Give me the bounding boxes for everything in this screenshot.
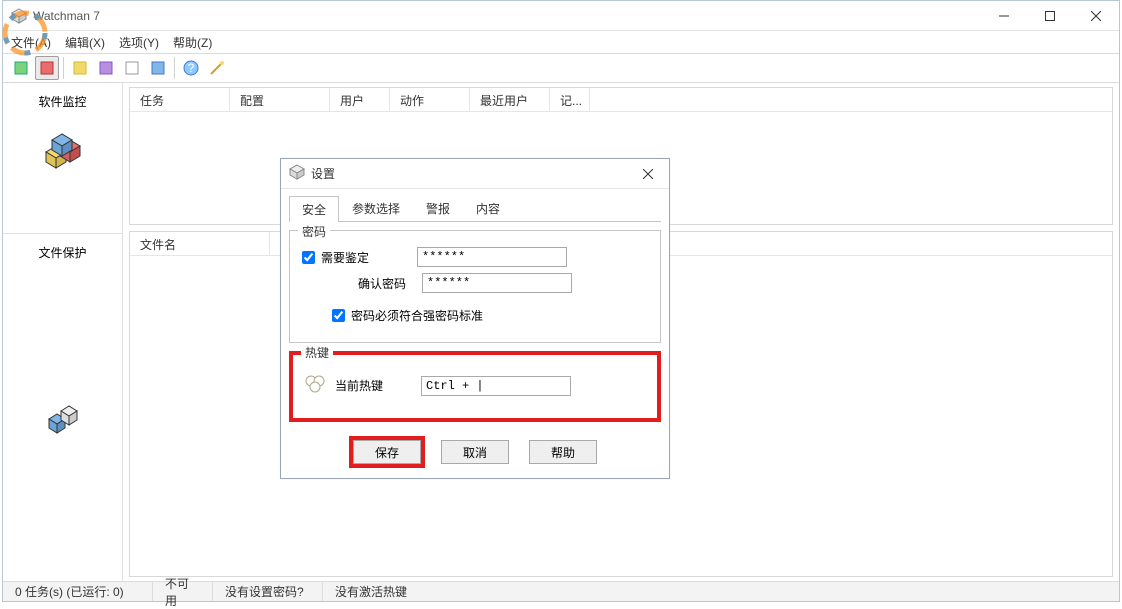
col-filename[interactable]: 文件名 (130, 232, 270, 255)
sidebar-item-protect[interactable]: 文件保护 (3, 234, 122, 581)
col-action[interactable]: 动作 (390, 88, 470, 111)
tool-cube-yellow[interactable] (68, 56, 92, 80)
toolbar: ? (3, 53, 1119, 83)
cancel-button[interactable]: 取消 (441, 440, 509, 464)
svg-text:?: ? (188, 61, 195, 75)
tab-content[interactable]: 内容 (463, 195, 513, 221)
tool-cube-red[interactable] (35, 56, 59, 80)
sidebar-label-monitor: 软件监控 (38, 93, 86, 110)
dialog-title: 设置 (311, 165, 627, 182)
status-unavailable: 不可用 (153, 582, 213, 601)
password-field[interactable] (417, 247, 567, 267)
cubes-icon (40, 132, 86, 172)
dialog-titlebar[interactable]: 设置 (281, 159, 669, 189)
col-config[interactable]: 配置 (230, 88, 330, 111)
window-title: Watchman 7 (33, 9, 981, 23)
group-password: 密码 需要鉴定 确认密码 密码必须符合强密码标准 (289, 230, 661, 343)
strong-password-label: 密码必须符合强密码标准 (351, 307, 483, 324)
menu-edit[interactable]: 编辑(X) (65, 34, 105, 51)
col-user[interactable]: 用户 (330, 88, 390, 111)
toolbar-separator (174, 57, 175, 79)
status-no-hotkey: 没有激活热键 (323, 582, 1119, 601)
menubar: 文件(A) 编辑(X) 选项(Y) 帮助(Z) (3, 31, 1119, 53)
confirm-password-field[interactable] (422, 273, 572, 293)
current-hotkey-label: 当前热键 (335, 377, 405, 394)
col-task[interactable]: 任务 (130, 88, 230, 111)
group-password-title: 密码 (298, 223, 330, 240)
cubes-small-icon (45, 403, 81, 437)
app-icon (11, 8, 27, 24)
require-auth-label: 需要鉴定 (321, 249, 401, 266)
current-hotkey-field[interactable] (421, 376, 571, 396)
sidebar-label-protect: 文件保护 (38, 244, 86, 261)
hotkey-icon (305, 375, 325, 396)
titlebar: Watchman 7 (3, 1, 1119, 31)
tool-cube-purple[interactable] (94, 56, 118, 80)
tool-wand-icon[interactable] (205, 56, 229, 80)
dialog-tabs: 安全 参数选择 警报 内容 (281, 189, 669, 221)
toolbar-separator (63, 57, 64, 79)
require-auth-checkbox[interactable] (302, 251, 315, 264)
tab-alert[interactable]: 警报 (413, 195, 463, 221)
status-tasks: 0 任务(s) (已运行: 0) (3, 582, 153, 601)
tab-security[interactable]: 安全 (289, 196, 339, 222)
tool-cube-blue[interactable] (146, 56, 170, 80)
maximize-button[interactable] (1027, 1, 1073, 30)
group-hotkey-title: 热键 (301, 344, 333, 361)
help-button[interactable]: 帮助 (529, 440, 597, 464)
strong-password-checkbox[interactable] (332, 309, 345, 322)
group-hotkey: 热键 当前热键 (289, 351, 661, 422)
tab-params[interactable]: 参数选择 (339, 195, 413, 221)
sidebar-item-monitor[interactable]: 软件监控 (3, 83, 122, 234)
sidebar: 软件监控 文件保护 (3, 83, 123, 581)
minimize-button[interactable] (981, 1, 1027, 30)
confirm-password-label: 确认密码 (302, 275, 406, 292)
tool-cube-green[interactable] (9, 56, 33, 80)
statusbar: 0 任务(s) (已运行: 0) 不可用 没有设置密码? 没有激活热键 (3, 581, 1119, 601)
col-record[interactable]: 记... (550, 88, 590, 111)
status-no-password: 没有设置密码? (213, 582, 323, 601)
menu-file[interactable]: 文件(A) (11, 34, 51, 51)
menu-options[interactable]: 选项(Y) (119, 34, 159, 51)
col-recent-user[interactable]: 最近用户 (470, 88, 550, 111)
tool-help-icon[interactable]: ? (179, 56, 203, 80)
save-button[interactable]: 保存 (353, 440, 421, 464)
tool-cube-white[interactable] (120, 56, 144, 80)
close-button[interactable] (1073, 1, 1119, 30)
settings-dialog: 设置 安全 参数选择 警报 内容 密码 需要鉴定 确认密码 密码必须符合强密码标… (280, 158, 670, 479)
dialog-close-button[interactable] (627, 159, 669, 188)
cube-icon (289, 164, 305, 183)
menu-help[interactable]: 帮助(Z) (173, 34, 212, 51)
